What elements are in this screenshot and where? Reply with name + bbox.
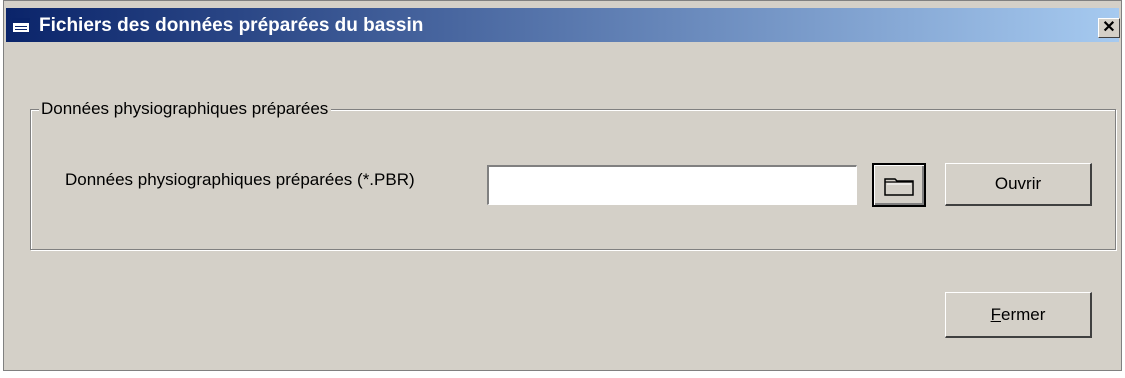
close-button-accelerator: F <box>990 305 1001 324</box>
open-button[interactable]: Ouvrir <box>945 163 1092 206</box>
close-button[interactable]: Fermer <box>945 292 1092 338</box>
close-window-button[interactable]: ✕ <box>1098 18 1120 38</box>
browse-button[interactable] <box>872 163 926 207</box>
pbr-file-input[interactable] <box>487 165 857 205</box>
window-title: Fichiers des données préparées du bassin <box>39 15 424 36</box>
pbr-file-label: Données physiographiques préparées (*.PB… <box>65 170 415 189</box>
close-icon: ✕ <box>1102 19 1116 36</box>
window-icon <box>12 18 30 33</box>
folder-icon <box>884 178 914 196</box>
groupbox-label: Données physiographiques préparées <box>39 99 332 119</box>
close-button-label: ermer <box>1000 305 1046 324</box>
title-bar[interactable]: Fichiers des données préparées du bassin… <box>6 8 1120 42</box>
